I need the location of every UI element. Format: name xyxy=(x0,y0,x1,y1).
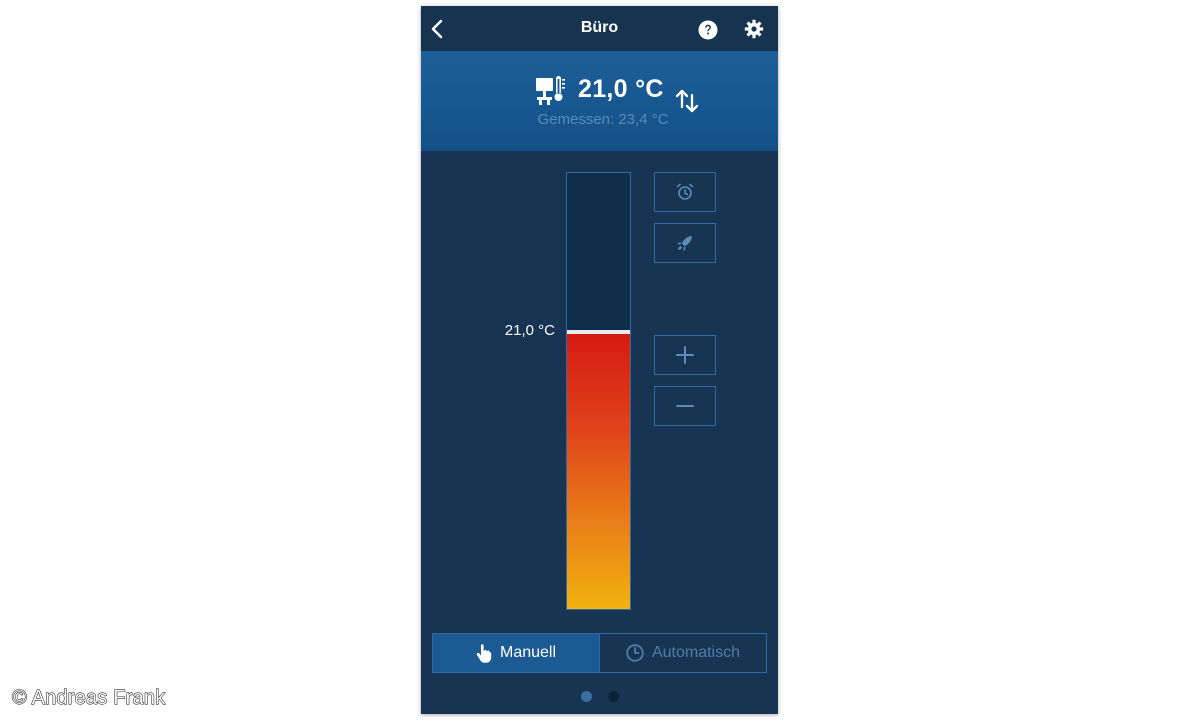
temperature-handle[interactable] xyxy=(567,330,630,334)
temperature-fill xyxy=(567,332,630,609)
page-dot[interactable] xyxy=(580,691,592,702)
plus-icon xyxy=(676,346,694,364)
copyright-watermark: © Andreas Frank xyxy=(12,687,166,710)
setpoint-temperature: 21,0 °C xyxy=(578,75,664,103)
automatic-mode-tab[interactable]: Automatisch xyxy=(599,634,766,672)
settings-button[interactable] xyxy=(744,19,764,39)
gear-icon xyxy=(744,19,764,39)
help-button[interactable] xyxy=(698,20,718,40)
decrease-temperature-button[interactable] xyxy=(654,386,716,426)
page-title: Büro xyxy=(580,19,619,36)
increase-temperature-button[interactable] xyxy=(654,335,716,375)
mode-switch: Manuell Automatisch xyxy=(432,633,767,673)
manual-mode-tab[interactable]: Manuell xyxy=(433,634,599,672)
page-dot[interactable] xyxy=(607,691,619,702)
clock-icon xyxy=(626,644,644,662)
temperature-slider[interactable] xyxy=(566,172,631,610)
alarm-clock-icon xyxy=(676,183,694,200)
rocket-icon xyxy=(677,236,692,251)
minus-icon xyxy=(676,405,694,407)
boost-button[interactable] xyxy=(654,223,716,263)
measured-temperature: Gemessen: 23,4 °C xyxy=(537,111,669,128)
alarm-button[interactable] xyxy=(654,172,716,212)
radiator-thermostat-icon xyxy=(536,76,565,105)
top-bar: Büro xyxy=(421,6,778,51)
hand-pointer-icon xyxy=(476,643,492,663)
slider-value-label: 21,0 °C xyxy=(504,322,555,339)
temperature-header: 21,0 °C Gemessen: 23,4 °C xyxy=(421,51,778,151)
manual-mode-label: Manuell xyxy=(499,644,557,661)
page-indicator xyxy=(421,689,778,707)
app-screen: Büro 21,0 °C Gemessen: 23,4 °C 21,0 °C M… xyxy=(421,6,778,714)
question-circle-icon xyxy=(698,20,718,40)
automatic-mode-label: Automatisch xyxy=(651,644,741,661)
